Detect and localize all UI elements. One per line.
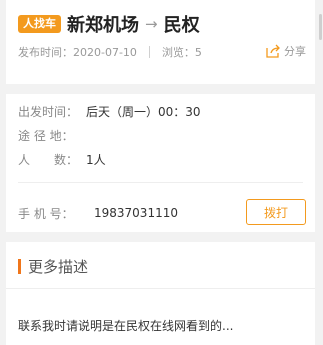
meta-row: 发布时间：2020-07-10 浏览：5 [18,44,202,60]
via-label: 途 径 地： [18,128,74,143]
trip-header-card: 人找车 新郑机场 → 民权 发布时间：2020-07-10 浏览：5 分享 [6,0,315,84]
trip-info-card: 出发时间： 后天（周一）00：30 途 径 地： 人 数： 1人 手 机 号： … [6,94,315,232]
destination-text: 民权 [163,15,200,36]
view-count: 浏览：5 [161,46,202,59]
page: 人找车 新郑机场 → 民权 发布时间：2020-07-10 浏览：5 分享 出发… [6,0,315,345]
phone-label: 手 机 号： [18,206,74,221]
share-label: 分享 [284,45,306,58]
share-icon [266,44,280,58]
via-row: 途 径 地： [18,126,86,144]
phone-value: 19837031110 [94,206,178,220]
more-description-card: 更多描述 联系我时请说明是在民权在线网看到的... [6,242,315,345]
people-value: 1人 [86,152,106,167]
description-text: 联系我时请说明是在民权在线网看到的... [18,319,234,333]
people-label: 人 数： [18,152,79,167]
section-title-text: 更多描述 [28,257,89,276]
section-title: 更多描述 [18,257,89,276]
people-row: 人 数： 1人 [18,150,106,168]
scroll-track [315,0,323,345]
call-button[interactable]: 拨打 [246,199,306,225]
category-tag: 人找车 [18,15,61,33]
route-title: 新郑机场 → 民权 [67,11,200,37]
section-accent-bar [18,258,21,274]
info-divider [18,182,303,183]
origin-text: 新郑机场 [67,15,139,36]
phone-row: 手 机 号： 19837031110 [18,204,178,222]
more-divider [6,288,315,289]
meta-divider [148,46,150,58]
arrow-icon: → [145,15,158,33]
publish-time: 发布时间：2020-07-10 [18,46,137,59]
depart-time-value: 后天（周一）00：30 [86,104,201,119]
scrollbar-thumb[interactable] [319,14,322,40]
depart-time-row: 出发时间： 后天（周一）00：30 [18,102,201,120]
depart-time-label: 出发时间： [18,104,79,119]
share-button[interactable]: 分享 [265,42,306,60]
title-row: 人找车 新郑机场 → 民权 [18,11,200,37]
